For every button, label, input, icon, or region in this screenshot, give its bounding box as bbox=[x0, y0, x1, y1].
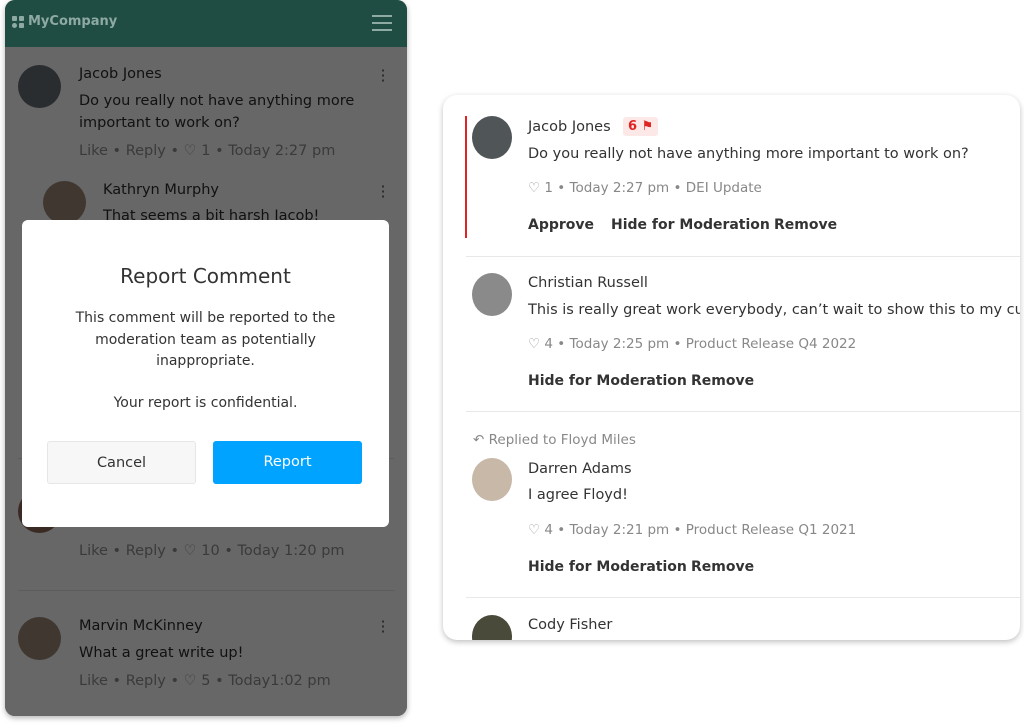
like-count: 10 bbox=[201, 543, 220, 559]
heart-icon[interactable]: ♡ bbox=[184, 673, 197, 689]
comment-author: Jacob Jones bbox=[528, 119, 611, 135]
divider bbox=[466, 256, 1020, 257]
timestamp: Today 2:21 pm bbox=[569, 522, 670, 538]
hide-for-moderation-button[interactable]: Hide for Moderation bbox=[528, 559, 687, 575]
avatar bbox=[18, 65, 61, 108]
comment-meta: Like • Reply • ♡ 10 • Today 1:20 pm bbox=[79, 543, 345, 559]
remove-button[interactable]: Remove bbox=[691, 373, 754, 389]
app-header: MyCompany bbox=[5, 0, 407, 47]
logo-icon bbox=[12, 16, 24, 28]
like-count: 1 bbox=[544, 180, 553, 196]
like-count: 4 bbox=[544, 522, 553, 538]
more-options-icon[interactable]: · · · bbox=[380, 614, 386, 640]
approve-button[interactable]: Approve bbox=[528, 217, 594, 233]
comment-author: Kathryn Murphy bbox=[103, 182, 219, 198]
moderation-card: Jacob Jones 6 ⚑ Do you really not have a… bbox=[443, 95, 1020, 640]
comment-meta: ♡ 4 • Today 2:21 pm • Product Release Q1… bbox=[528, 522, 857, 538]
comment-author: Cody Fisher bbox=[528, 617, 613, 633]
remove-button[interactable]: Remove bbox=[691, 559, 754, 575]
like-link[interactable]: Like bbox=[79, 673, 108, 689]
reply-link[interactable]: Reply bbox=[126, 543, 166, 559]
avatar bbox=[472, 458, 512, 501]
heart-icon: ♡ bbox=[528, 336, 541, 352]
like-count: 1 bbox=[201, 143, 211, 159]
avatar bbox=[18, 617, 61, 660]
hide-for-moderation-button[interactable]: Hide for Moderation bbox=[528, 373, 687, 389]
remove-button[interactable]: Remove bbox=[774, 217, 837, 233]
comment-meta: ♡ 4 • Today 2:25 pm • Product Release Q4… bbox=[528, 336, 857, 352]
comment-author: Jacob Jones bbox=[79, 66, 162, 82]
brand-name: MyCompany bbox=[28, 14, 118, 29]
comment-meta: Like • Reply • ♡ 1 • Today 2:27 pm bbox=[79, 143, 336, 159]
timestamp: Today 1:20 pm bbox=[237, 543, 345, 559]
menu-icon[interactable] bbox=[372, 15, 392, 31]
dialog-confidential-note: Your report is confidential. bbox=[113, 395, 298, 411]
timestamp: Today 2:27 pm bbox=[228, 143, 336, 159]
timestamp: Today 2:27 pm bbox=[569, 180, 670, 196]
heart-icon[interactable]: ♡ bbox=[184, 543, 197, 559]
avatar bbox=[472, 116, 512, 159]
reply-arrow-icon: ↶ bbox=[473, 432, 485, 448]
dialog-body: This comment will be reported to the mod… bbox=[75, 310, 336, 369]
heart-icon: ♡ bbox=[528, 522, 541, 538]
like-count: 5 bbox=[201, 673, 211, 689]
hide-for-moderation-button[interactable]: Hide for Moderation bbox=[611, 217, 770, 233]
flag-count: 6 bbox=[628, 119, 638, 134]
comment-text: I agree Floyd! bbox=[528, 487, 628, 503]
more-options-icon[interactable]: · · · bbox=[380, 63, 386, 89]
topic-link[interactable]: Product Release Q4 2022 bbox=[686, 336, 856, 352]
like-link[interactable]: Like bbox=[79, 543, 108, 559]
heart-icon: ♡ bbox=[528, 180, 541, 196]
more-options-icon[interactable]: · · · bbox=[380, 179, 386, 205]
divider bbox=[18, 590, 394, 591]
timestamp: Today1:02 pm bbox=[228, 673, 331, 689]
topic-link[interactable]: Product Release Q1 2021 bbox=[686, 522, 856, 538]
comment-author: Marvin McKinney bbox=[79, 618, 203, 634]
comment-author: Christian Russell bbox=[528, 275, 648, 291]
comment-text: Do you really not have anything more imp… bbox=[528, 146, 969, 162]
dialog-title: Report Comment bbox=[120, 264, 291, 288]
avatar bbox=[472, 615, 512, 640]
reply-link[interactable]: Reply bbox=[126, 143, 166, 159]
flag-count-badge: 6 ⚑ bbox=[623, 117, 659, 136]
comment-text: This is really great work everybody, can… bbox=[528, 302, 1020, 318]
replied-to-text: Replied to Floyd Miles bbox=[488, 432, 636, 448]
heart-icon[interactable]: ♡ bbox=[184, 143, 197, 159]
flagged-indicator bbox=[465, 116, 467, 238]
topic-link[interactable]: DEI Update bbox=[686, 180, 762, 196]
timestamp: Today 2:25 pm bbox=[569, 336, 670, 352]
divider bbox=[466, 411, 1020, 412]
flag-icon: ⚑ bbox=[641, 119, 654, 134]
divider bbox=[466, 597, 1020, 598]
cancel-button[interactable]: Cancel bbox=[47, 441, 196, 484]
comment-meta: Like • Reply • ♡ 5 • Today1:02 pm bbox=[79, 673, 331, 689]
avatar bbox=[43, 181, 86, 224]
comment-author: Darren Adams bbox=[528, 461, 632, 477]
comment-text: What a great write up! bbox=[79, 645, 244, 661]
comment-meta: ♡ 1 • Today 2:27 pm • DEI Update bbox=[528, 180, 762, 196]
like-count: 4 bbox=[544, 336, 553, 352]
comment-text: Do you really not have anything more imp… bbox=[79, 93, 355, 131]
report-comment-dialog: Report Comment This comment will be repo… bbox=[22, 220, 389, 527]
reply-link[interactable]: Reply bbox=[126, 673, 166, 689]
report-button[interactable]: Report bbox=[213, 441, 362, 484]
like-link[interactable]: Like bbox=[79, 143, 108, 159]
avatar bbox=[472, 273, 512, 316]
replied-to-label: ↶ Replied to Floyd Miles bbox=[473, 432, 636, 448]
